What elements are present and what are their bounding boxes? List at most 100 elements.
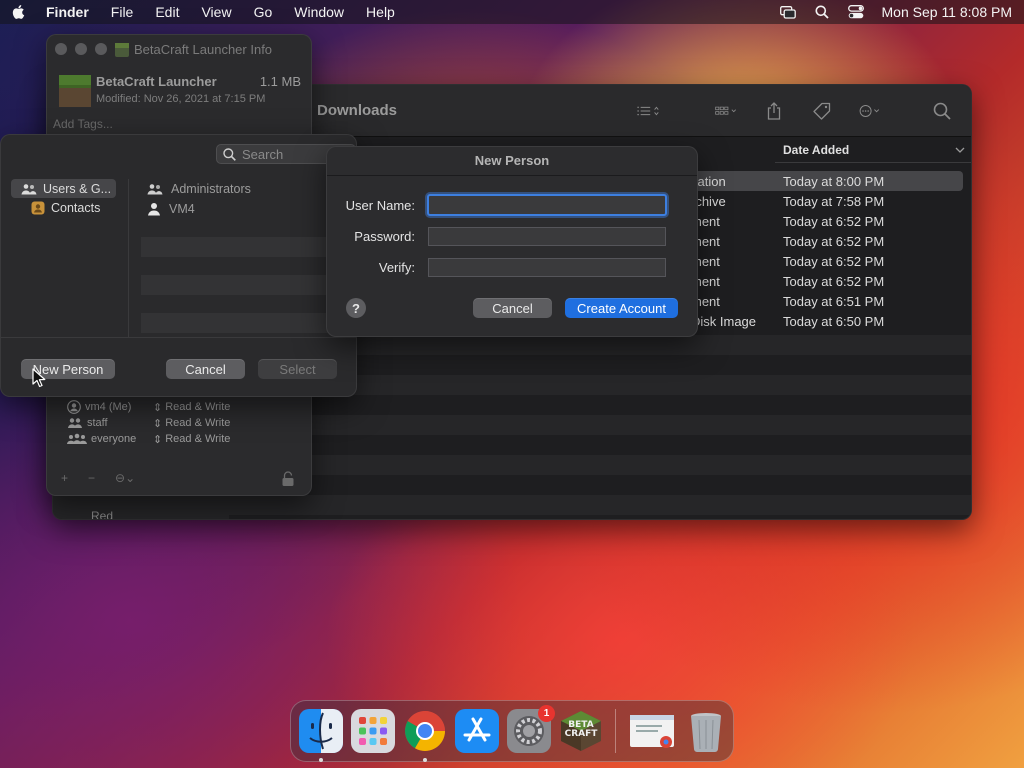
permission-privilege: Read & Write <box>165 401 231 413</box>
file-date: Today at 6:50 PM <box>783 313 885 329</box>
mouse-cursor-icon <box>32 368 46 388</box>
file-kind: ment <box>691 253 720 269</box>
password-field[interactable] <box>428 227 666 246</box>
file-row[interactable]: cation Today at 8:00 PM <box>689 171 963 191</box>
apple-icon[interactable] <box>12 4 26 20</box>
source-item-contacts[interactable]: Contacts <box>11 198 116 217</box>
dock-minimized-chrome-window[interactable] <box>628 709 676 753</box>
dock-finder[interactable] <box>299 709 343 762</box>
finder-title: Downloads <box>317 102 398 119</box>
file-row[interactable]: rchive Today at 7:58 PM <box>689 191 963 211</box>
running-indicator <box>319 758 323 762</box>
dock-system-settings[interactable]: 1 <box>507 705 555 753</box>
search-icon[interactable] <box>931 102 953 120</box>
add-tags-field[interactable]: Add Tags... <box>53 117 113 131</box>
lock-icon[interactable] <box>281 471 295 487</box>
search-placeholder: Search <box>242 146 284 162</box>
info-window-title-text: BetaCraft Launcher Info <box>134 42 273 57</box>
file-row[interactable]: ment Today at 6:51 PM <box>689 291 963 311</box>
permission-row[interactable]: vm4 (Me) ⇕ Read & Write <box>67 400 230 414</box>
menu-clock[interactable]: Mon Sep 11 8:08 PM <box>882 4 1012 20</box>
file-date: Today at 8:00 PM <box>783 173 885 189</box>
zoom-button[interactable] <box>95 43 107 55</box>
dock-divider <box>615 709 616 753</box>
menu-help[interactable]: Help <box>366 4 395 20</box>
more-actions-icon[interactable] <box>859 103 881 119</box>
list-item[interactable]: VM4 <box>141 199 331 219</box>
new-person-dialog: New Person User Name: Password: Verify: … <box>326 146 698 337</box>
user-list: Administrators VM4 <box>141 179 331 333</box>
updown-chevron-icon: ⇕ <box>153 401 163 414</box>
help-button[interactable]: ? <box>346 298 366 318</box>
betacraft-label: BETA CRAFT <box>564 720 598 739</box>
create-account-button[interactable]: Create Account <box>565 298 678 318</box>
list-view-icon[interactable] <box>637 103 659 119</box>
password-label: Password: <box>354 229 415 244</box>
menu-go[interactable]: Go <box>254 4 273 20</box>
column-header-label: Date Added <box>783 142 850 157</box>
dock-trash[interactable] <box>684 709 728 753</box>
dock-launchpad[interactable] <box>351 709 395 753</box>
menu-bar: Finder File Edit View Go Window Help Mon… <box>0 0 1024 24</box>
file-date: Today at 7:58 PM <box>783 193 885 209</box>
screen-mirroring-icon[interactable] <box>779 5 796 19</box>
column-header-date-added[interactable]: Date Added <box>775 137 971 163</box>
everyone-icon <box>67 433 87 444</box>
add-icon[interactable]: + <box>61 471 68 485</box>
dock-chrome[interactable] <box>403 709 447 762</box>
permission-privilege: Read & Write <box>165 433 231 445</box>
verify-field[interactable] <box>428 258 666 277</box>
remove-icon[interactable]: − <box>88 471 95 485</box>
file-row[interactable]: Disk Image Today at 6:50 PM <box>689 311 963 331</box>
chrome-icon <box>405 711 445 751</box>
action-menu-icon[interactable]: ⊖⌄ <box>115 471 135 485</box>
source-item-label: Users & G... <box>43 181 112 196</box>
control-center-icon[interactable] <box>847 5 864 19</box>
tag-icon[interactable] <box>811 102 833 120</box>
list-item-label: VM4 <box>169 202 195 216</box>
info-window-title: BetaCraft Launcher Info <box>115 42 272 57</box>
menu-file[interactable]: File <box>111 4 134 20</box>
file-date: Today at 6:52 PM <box>783 273 885 289</box>
dialog-cancel-button[interactable]: Cancel <box>473 298 552 318</box>
minimize-button[interactable] <box>75 43 87 55</box>
sidebar-tag-red[interactable]: Red <box>91 509 113 519</box>
file-kind: ment <box>691 213 720 229</box>
close-button[interactable] <box>55 43 67 55</box>
file-row[interactable]: ment Today at 6:52 PM <box>689 211 963 231</box>
dialog-title: New Person <box>474 153 550 168</box>
info-modified: Modified: Nov 26, 2021 at 7:15 PM <box>96 93 266 105</box>
username-field[interactable] <box>427 194 667 216</box>
user-icon <box>148 203 160 216</box>
chevron-down-icon <box>955 147 965 153</box>
file-kind: rchive <box>691 193 726 209</box>
file-row[interactable]: ment Today at 6:52 PM <box>689 231 963 251</box>
users-icon <box>21 183 37 194</box>
group-by-icon[interactable] <box>715 103 737 119</box>
file-kind: cation <box>691 173 726 189</box>
verify-label: Verify: <box>378 260 415 275</box>
source-item-label: Contacts <box>51 200 101 215</box>
select-button[interactable]: Select <box>258 359 337 379</box>
updown-chevron-icon: ⇕ <box>153 433 163 446</box>
empty-row <box>141 275 331 295</box>
spotlight-search-icon[interactable] <box>814 5 830 19</box>
permission-row[interactable]: everyone ⇕ Read & Write <box>67 432 230 446</box>
file-row[interactable]: ment Today at 6:52 PM <box>689 271 963 291</box>
permission-row[interactable]: staff ⇕ Read & Write <box>67 416 230 430</box>
contacts-icon <box>31 201 45 214</box>
dock-app-store[interactable] <box>455 709 499 753</box>
menu-window[interactable]: Window <box>294 4 344 20</box>
list-item[interactable]: Administrators <box>141 179 331 199</box>
share-icon[interactable] <box>763 101 785 120</box>
search-icon <box>223 147 236 161</box>
finder-icon <box>299 709 343 753</box>
menu-view[interactable]: View <box>201 4 231 20</box>
source-item-users-groups[interactable]: Users & G... <box>11 179 116 198</box>
dock-betacraft[interactable]: BETA CRAFT <box>559 709 603 753</box>
cancel-button[interactable]: Cancel <box>166 359 245 379</box>
file-kind: ment <box>691 293 720 309</box>
menu-edit[interactable]: Edit <box>155 4 179 20</box>
menu-finder[interactable]: Finder <box>46 4 89 20</box>
file-row[interactable]: ment Today at 6:52 PM <box>689 251 963 271</box>
